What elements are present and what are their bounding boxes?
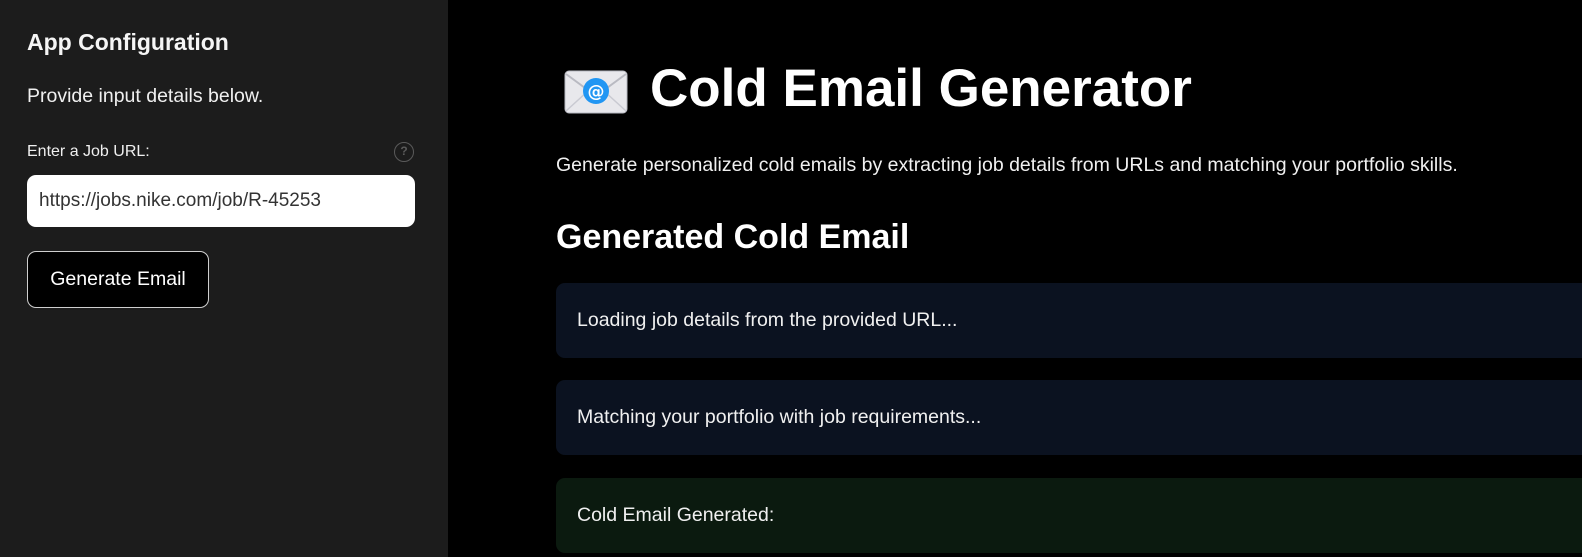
svg-text:@: @ <box>588 82 605 102</box>
main-content: @ Cold Email Generator Generate personal… <box>448 0 1582 557</box>
status-alert-generated: Cold Email Generated: <box>556 478 1582 553</box>
job-url-input[interactable] <box>27 175 415 227</box>
sidebar: App Configuration Provide input details … <box>0 0 448 557</box>
app-root: App Configuration Provide input details … <box>0 0 1582 557</box>
page-title: Cold Email Generator <box>650 59 1192 118</box>
alert-text: Loading job details from the provided UR… <box>577 309 958 331</box>
section-heading: Generated Cold Email <box>556 218 910 256</box>
sidebar-title: App Configuration <box>27 29 229 55</box>
status-alert-loading: Loading job details from the provided UR… <box>556 283 1582 358</box>
alert-text: Matching your portfolio with job require… <box>577 406 982 428</box>
page-subtitle: Generate personalized cold emails by ext… <box>556 154 1458 176</box>
job-url-label: Enter a Job URL: <box>27 143 150 160</box>
envelope-at-icon: @ <box>564 70 628 114</box>
generate-email-button[interactable]: Generate Email <box>27 251 209 308</box>
sidebar-description: Provide input details below. <box>27 85 264 107</box>
alert-text: Cold Email Generated: <box>577 504 775 526</box>
help-icon[interactable]: ? <box>394 142 414 162</box>
status-alert-matching: Matching your portfolio with job require… <box>556 380 1582 455</box>
